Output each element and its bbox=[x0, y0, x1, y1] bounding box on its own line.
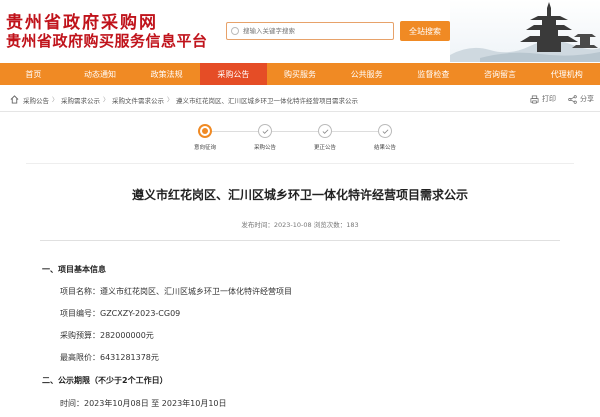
project-number: 项目编号：GZCXZY-2023-CG09 bbox=[60, 309, 181, 318]
procurement-budget: 采购预算：282000000元 bbox=[60, 331, 154, 340]
article-title: 遵义市红花岗区、汇川区城乡环卫一体化特许经营项目需求公示 bbox=[131, 188, 468, 202]
pavilion-banner-image bbox=[450, 0, 600, 62]
step-connector bbox=[212, 131, 258, 132]
step-4-circle[interactable] bbox=[378, 124, 392, 138]
print-label: 打印 bbox=[542, 95, 556, 103]
section-heading-period: 二、公示期限（不少于2个工作日） bbox=[42, 376, 168, 385]
section-divider bbox=[26, 163, 574, 164]
progress-steps: 意向征询 采购公告 更正公告 结果公告 bbox=[194, 124, 408, 154]
nav-item-procurement[interactable]: 采购公告 bbox=[200, 63, 267, 85]
chevron-right-icon: 〉 bbox=[167, 97, 174, 104]
printer-icon bbox=[530, 95, 539, 103]
nav-item-public-service[interactable]: 公共服务 bbox=[333, 63, 400, 85]
search-box[interactable] bbox=[226, 22, 394, 40]
step-4-label: 结果公告 bbox=[373, 145, 396, 151]
step-2-circle[interactable] bbox=[258, 124, 272, 138]
share-button[interactable]: 分享 bbox=[568, 94, 594, 104]
breadcrumb-item-demand[interactable]: 采购需求公示 bbox=[61, 95, 100, 105]
share-icon bbox=[568, 94, 577, 104]
publicity-period: 时间：2023年10月08日 至 2023年10月10日 bbox=[60, 399, 227, 408]
breadcrumb-item-current: 遵义市红花岗区、汇川区城乡环卫一体化特许经营项目需求公示 bbox=[176, 96, 359, 105]
page-tools: 打印 分享 bbox=[518, 94, 594, 104]
nav-item-home[interactable]: 首页 bbox=[0, 63, 67, 85]
step-1-circle[interactable] bbox=[198, 124, 212, 138]
nav-item-policy[interactable]: 政策法规 bbox=[133, 63, 200, 85]
nav-item-consultation[interactable]: 咨询留言 bbox=[467, 63, 534, 85]
chevron-right-icon: 〉 bbox=[103, 97, 110, 104]
project-name: 项目名称：遵义市红花岗区、汇川区城乡环卫一体化特许经营项目 bbox=[60, 287, 292, 296]
breadcrumb-item-procurement[interactable]: 采购公告 bbox=[23, 95, 49, 105]
print-button[interactable]: 打印 bbox=[530, 94, 556, 104]
search-button[interactable]: 全站搜索 bbox=[400, 21, 450, 41]
breadcrumb: 采购公告 〉 采购需求公示 〉 采购文件需求公示 〉 遵义市红花岗区、汇川区城乡… bbox=[0, 88, 600, 112]
nav-item-news[interactable]: 动态通知 bbox=[67, 63, 134, 85]
step-connector bbox=[332, 131, 378, 132]
step-connector bbox=[272, 131, 318, 132]
step-3-circle[interactable] bbox=[318, 124, 332, 138]
step-2-label: 采购公告 bbox=[253, 145, 276, 151]
home-icon[interactable] bbox=[10, 95, 19, 104]
search-icon bbox=[231, 27, 239, 35]
site-header: 贵州省政府采购网 贵州省政府购买服务信息平台 全站搜索 bbox=[0, 0, 600, 62]
step-3-label: 更正公告 bbox=[313, 145, 336, 151]
main-nav: 首页 动态通知 政策法规 采购公告 购买服务 公共服务 监督检查 咨询留言 代理… bbox=[0, 63, 600, 85]
site-subtitle[interactable]: 贵州省政府购买服务信息平台 bbox=[6, 30, 208, 51]
meta-divider bbox=[40, 240, 560, 241]
breadcrumb-item-file-demand[interactable]: 采购文件需求公示 bbox=[112, 95, 164, 105]
nav-item-supervision[interactable]: 监督检查 bbox=[400, 63, 467, 85]
step-1-label: 意向征询 bbox=[193, 145, 216, 151]
check-icon bbox=[382, 128, 388, 134]
check-icon bbox=[262, 128, 268, 134]
max-price: 最高限价：6431281378元 bbox=[60, 353, 159, 362]
article-meta: 发布时间：2023-10-08 浏览次数：183 bbox=[241, 221, 359, 229]
nav-item-agency[interactable]: 代理机构 bbox=[533, 63, 600, 85]
share-label: 分享 bbox=[580, 95, 594, 103]
nav-item-purchase-service[interactable]: 购买服务 bbox=[267, 63, 334, 85]
chevron-right-icon: 〉 bbox=[52, 97, 59, 104]
section-heading-basic-info: 一、项目基本信息 bbox=[42, 265, 106, 274]
check-icon bbox=[322, 128, 328, 134]
search-input[interactable] bbox=[243, 27, 383, 35]
